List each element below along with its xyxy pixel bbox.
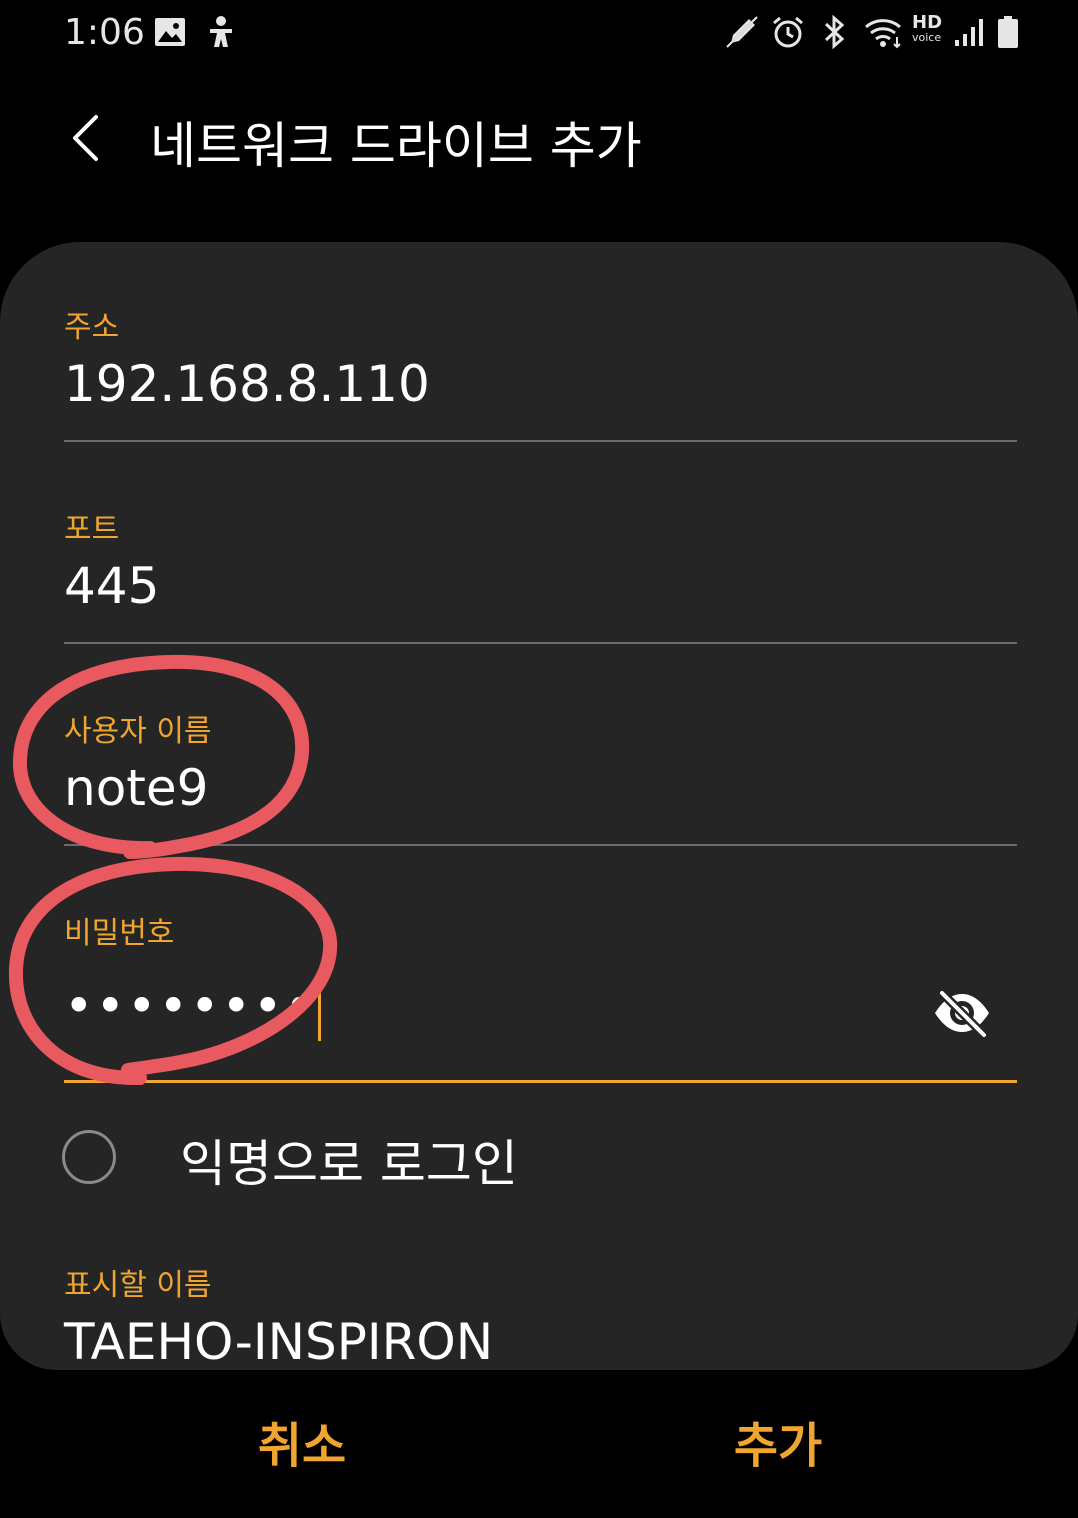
display-name-field[interactable]: 표시할 이름 TAEHO-INSPIRON <box>64 1268 1017 1370</box>
cancel-button[interactable]: 취소 <box>152 1410 452 1482</box>
address-label: 주소 <box>64 310 120 345</box>
hd-label: HD <box>912 12 943 33</box>
back-button[interactable] <box>60 110 110 166</box>
port-underline <box>64 642 1017 644</box>
address-underline <box>64 440 1017 442</box>
password-input[interactable]: •••••••• <box>64 976 1017 1041</box>
voice-label: voice <box>912 31 942 44</box>
username-underline <box>64 844 1017 846</box>
bluetooth-icon <box>818 14 850 50</box>
alarm-icon <box>770 14 806 50</box>
anonymous-login-radio[interactable] <box>62 1130 116 1184</box>
gallery-icon <box>152 14 188 50</box>
hd-voice-indicator: HD voice <box>912 14 950 48</box>
password-field[interactable]: 비밀번호 •••••••• <box>64 916 1017 1088</box>
password-label: 비밀번호 <box>64 916 175 951</box>
address-input[interactable]: 192.168.8.110 <box>64 354 1017 414</box>
page-title: 네트워크 드라이브 추가 <box>150 117 642 175</box>
battery-icon <box>996 14 1020 50</box>
eye-off-icon <box>935 989 989 1039</box>
display-name-input[interactable]: TAEHO-INSPIRON <box>64 1312 1017 1370</box>
password-dots: •••••••• <box>64 977 316 1035</box>
app-bar: 네트워크 드라이브 추가 <box>0 90 1078 190</box>
username-input[interactable]: note9 <box>64 758 1017 818</box>
pen-icon <box>724 14 760 50</box>
address-field[interactable]: 주소 192.168.8.110 <box>64 310 1017 446</box>
signal-icon <box>952 14 986 50</box>
port-label: 포트 <box>64 512 120 547</box>
port-field[interactable]: 포트 445 <box>64 512 1017 648</box>
password-visibility-toggle[interactable] <box>930 985 994 1041</box>
username-label: 사용자 이름 <box>64 714 212 749</box>
username-field[interactable]: 사용자 이름 note9 <box>64 714 1017 850</box>
display-name-label: 표시할 이름 <box>64 1268 212 1303</box>
text-cursor <box>317 978 321 1041</box>
password-underline <box>64 1080 1017 1083</box>
port-input[interactable]: 445 <box>64 556 1017 616</box>
status-bar: 1:06 HD voice <box>0 0 1078 70</box>
accessibility-icon <box>204 14 238 50</box>
chevron-left-icon <box>73 115 98 161</box>
status-time: 1:06 <box>64 12 145 53</box>
form-card: 주소 192.168.8.110 포트 445 사용자 이름 note9 비밀번… <box>0 242 1078 1370</box>
anonymous-login-label: 익명으로 로그인 <box>180 1135 518 1193</box>
screen: 1:06 HD voice 네트워크 드라이브 추가 주소 192.168.8.… <box>0 0 1078 1518</box>
anonymous-login-option[interactable]: 익명으로 로그인 <box>62 1122 1015 1194</box>
add-button[interactable]: 추가 <box>628 1410 928 1482</box>
wifi-icon <box>862 14 906 50</box>
bottom-action-bar: 취소 추가 <box>0 1390 1078 1518</box>
